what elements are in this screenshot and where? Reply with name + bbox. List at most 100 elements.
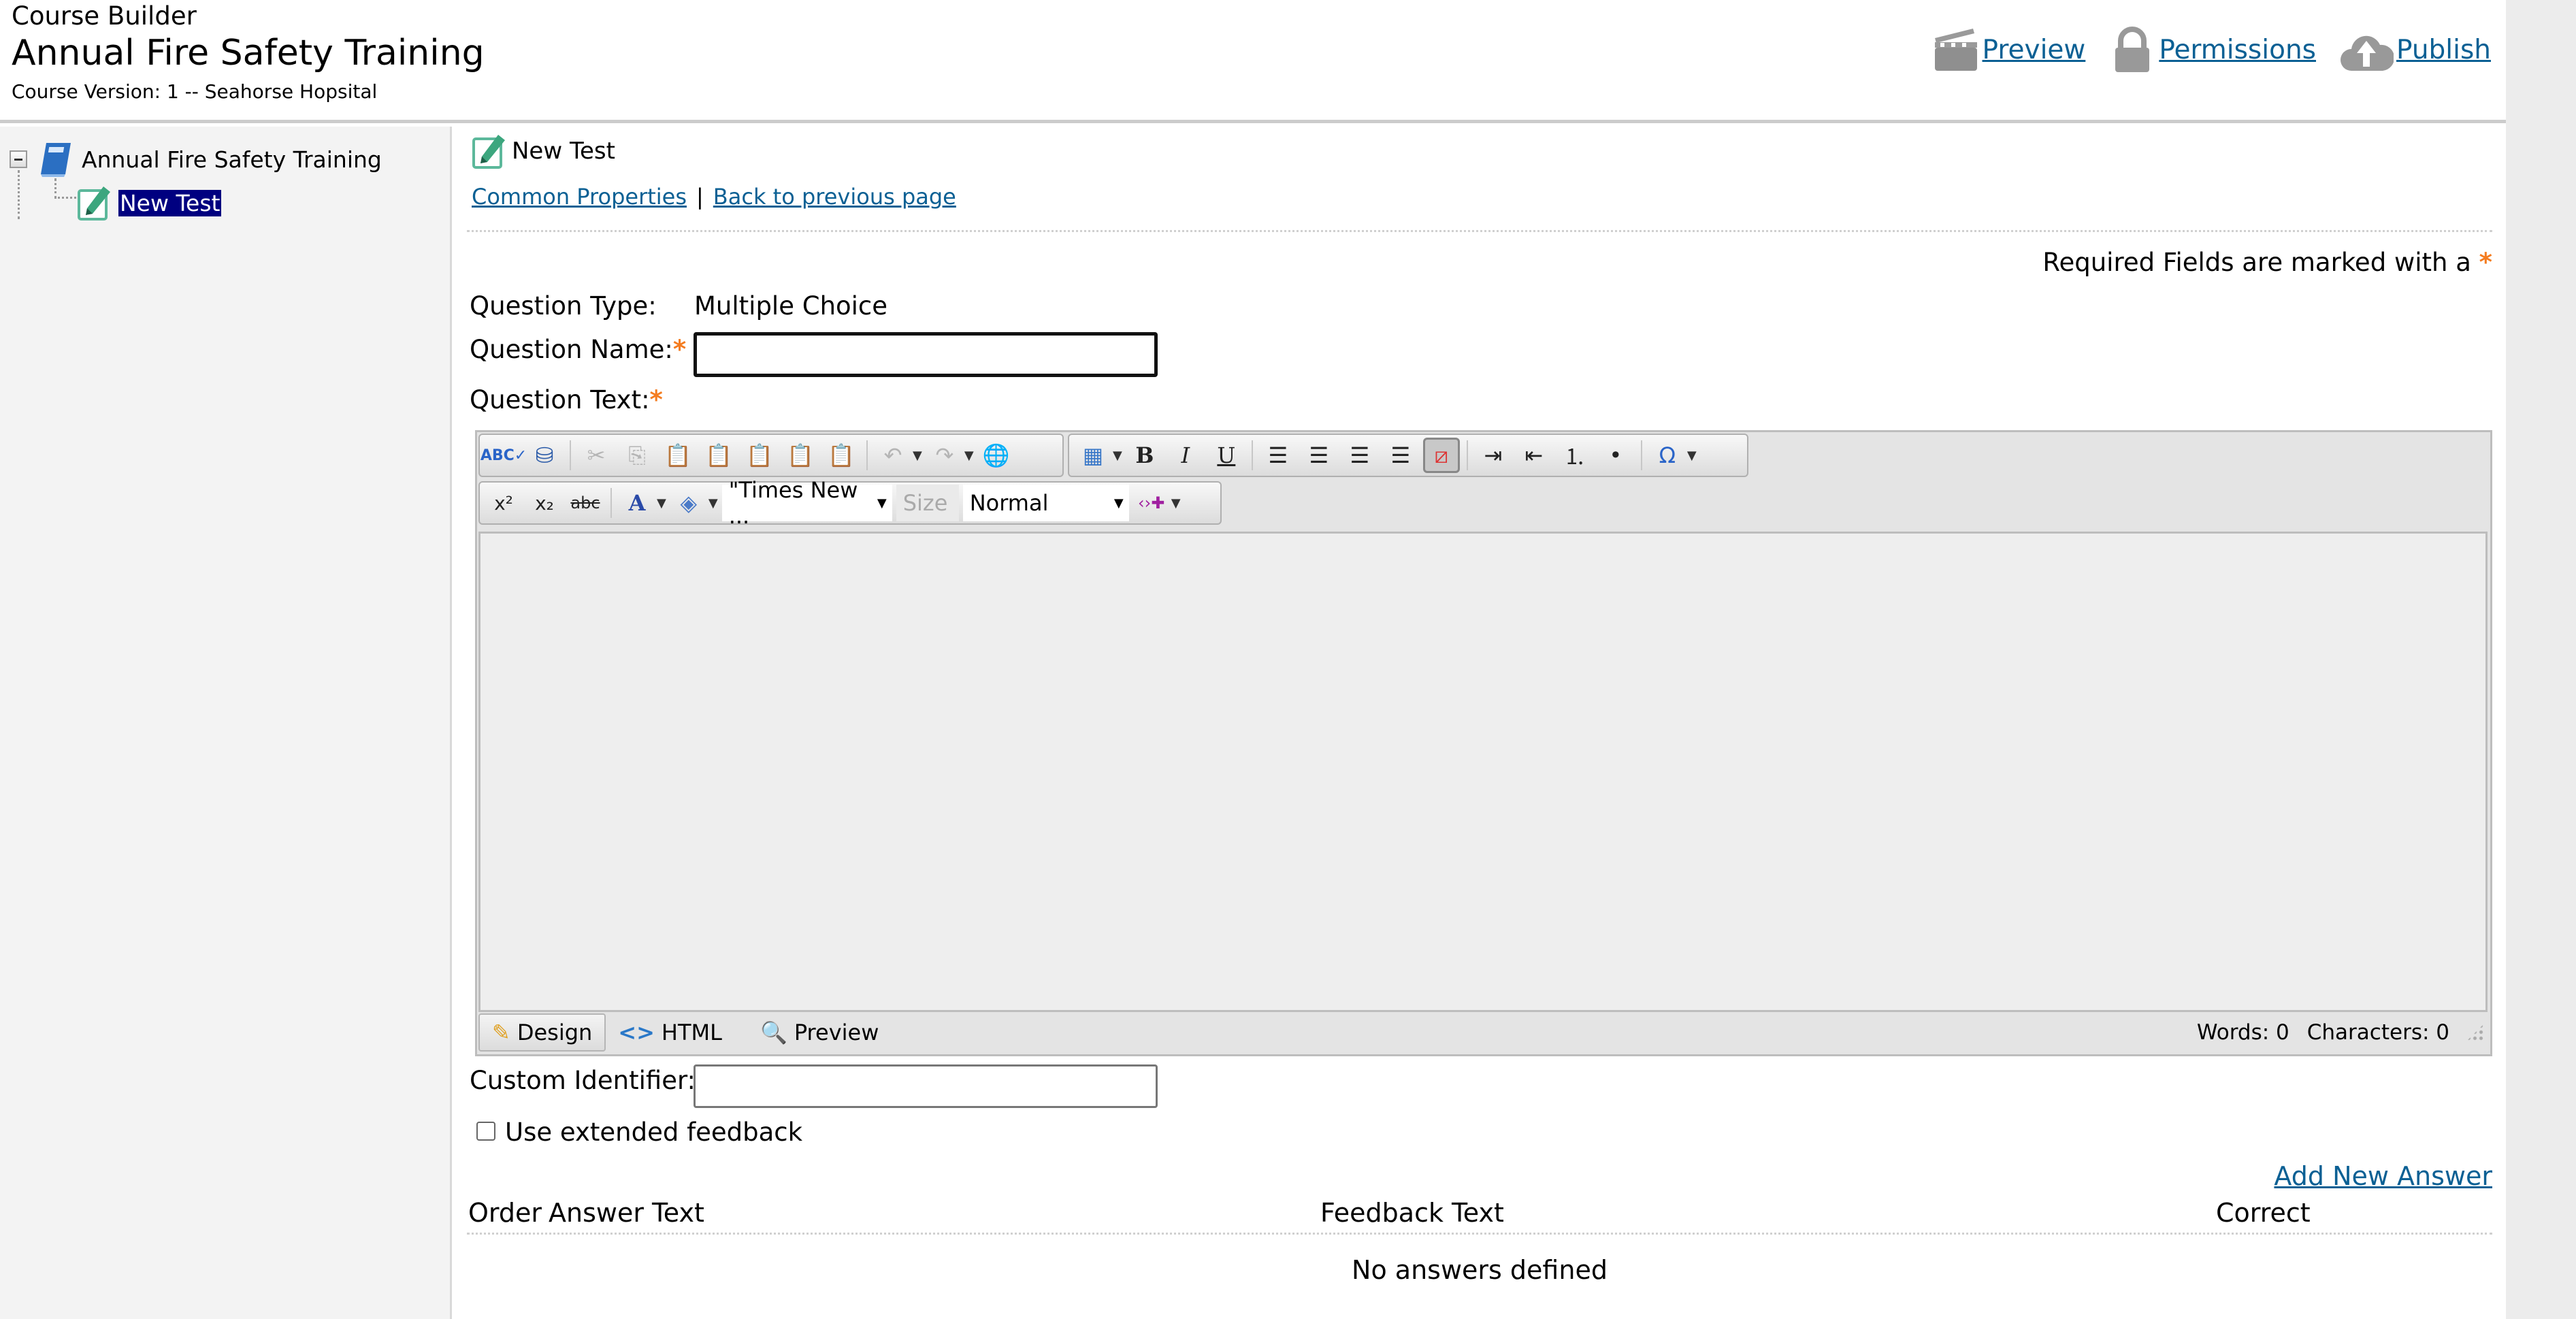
link-separator: |: [696, 184, 704, 210]
font-size-select[interactable]: Size: [896, 485, 959, 521]
foreground-color-button[interactable]: A: [619, 485, 655, 521]
header-actions: Preview Permissions Publish: [1932, 26, 2491, 74]
indent-button[interactable]: ⇥: [1475, 438, 1512, 473]
collapse-toggle-icon[interactable]: [10, 150, 27, 168]
resize-grip-icon[interactable]: [2466, 1023, 2485, 1042]
strikethrough-button[interactable]: abc: [567, 485, 604, 521]
remove-alignment-button[interactable]: ⧄: [1422, 438, 1460, 473]
extended-feedback-checkbox[interactable]: [476, 1122, 495, 1141]
page-title-text: New Test: [512, 137, 615, 165]
preview-mode-tab[interactable]: 🔍 Preview: [748, 1013, 891, 1052]
underline-button[interactable]: U: [1208, 438, 1245, 473]
redo-dropdown-icon[interactable]: ▼: [964, 449, 974, 463]
test-edit-icon: [472, 135, 505, 169]
editor-mode-bar: ✎ Design <> HTML 🔍 Preview Words: 0 Char…: [477, 1011, 2490, 1054]
toolbar-separator: [1251, 440, 1253, 470]
subscript-button[interactable]: x₂: [526, 485, 563, 521]
column-header-feedback-text: Feedback Text: [1320, 1198, 1504, 1228]
toolbar-separator: [610, 488, 612, 518]
html-mode-label: HTML: [661, 1020, 722, 1045]
question-text-label: Question Text:*: [470, 385, 663, 414]
divider: [467, 1233, 2492, 1235]
divider: [467, 230, 2492, 232]
numbered-list-button[interactable]: ⒈: [1556, 438, 1593, 473]
copy-button[interactable]: ⎘: [619, 438, 655, 473]
background-color-button[interactable]: ◈: [670, 485, 707, 521]
tree-label: Annual Fire Safety Training: [82, 146, 382, 173]
question-type-label: Question Type:: [470, 291, 657, 321]
app-label: Course Builder: [12, 1, 197, 31]
background-color-dropdown-icon[interactable]: ▼: [708, 496, 718, 510]
insert-symbol-button[interactable]: Ω: [1649, 438, 1686, 473]
justify-button[interactable]: ☰: [1382, 438, 1419, 473]
required-note: Required Fields are marked with a *: [2042, 248, 2492, 277]
page-title: New Test: [471, 132, 615, 170]
magnifier-icon: 🔍: [760, 1020, 787, 1045]
redo-button[interactable]: ↷: [926, 438, 963, 473]
page-links: Common Properties | Back to previous pag…: [472, 184, 956, 210]
publish-link[interactable]: Publish: [2339, 26, 2491, 74]
paste-plain-text-button[interactable]: 📋: [782, 438, 819, 473]
insert-table-button[interactable]: ▦: [1075, 438, 1111, 473]
character-count: Characters: 0: [2306, 1020, 2449, 1045]
design-mode-tab[interactable]: ✎ Design: [478, 1013, 606, 1052]
rich-text-editor: ABC✓ ⛁ ✂ ⎘ 📋 📋 📋 📋 📋 ↶ ▼ ↷ ▼ 🌐 ▦ ▼ B I U ☰ …: [475, 430, 2492, 1056]
tree-label-selected: New Test: [118, 189, 222, 216]
paste-from-word-strip-font-button[interactable]: 📋: [741, 438, 778, 473]
custom-identifier-input[interactable]: [694, 1064, 1158, 1108]
bullet-list-button[interactable]: •: [1597, 438, 1634, 473]
paste-as-html-button[interactable]: 📋: [823, 438, 860, 473]
html-mode-tab[interactable]: <> HTML: [606, 1013, 734, 1052]
paragraph-style-select[interactable]: Normal ▼: [962, 485, 1129, 521]
editor-counts: Words: 0 Characters: 0: [2197, 1020, 2449, 1045]
snippet-dropdown-icon[interactable]: ▼: [1171, 496, 1181, 510]
window-right-margin: [2506, 0, 2576, 1319]
back-link[interactable]: Back to previous page: [713, 184, 956, 210]
question-name-input[interactable]: [694, 332, 1158, 377]
find-replace-button[interactable]: ⛁: [526, 438, 563, 473]
tree-node-course[interactable]: Annual Fire Safety Training: [10, 140, 382, 178]
superscript-button[interactable]: x²: [485, 485, 522, 521]
symbol-dropdown-icon[interactable]: ▼: [1687, 449, 1697, 463]
align-right-button[interactable]: ☰: [1341, 438, 1378, 473]
hyperlink-manager-button[interactable]: 🌐: [978, 438, 1015, 473]
pencil-icon: ✎: [492, 1020, 510, 1045]
undo-dropdown-icon[interactable]: ▼: [913, 449, 922, 463]
column-header-order: Order: [468, 1198, 542, 1228]
question-name-label: Question Name:*: [470, 335, 686, 364]
italic-button[interactable]: I: [1167, 438, 1204, 473]
paste-button[interactable]: 📋: [659, 438, 696, 473]
toolbar-separator: [866, 440, 868, 470]
required-star-icon: *: [672, 335, 687, 364]
toolbar-group-editing: ABC✓ ⛁ ✂ ⎘ 📋 📋 📋 📋 📋 ↶ ▼ ↷ ▼ 🌐: [478, 434, 1064, 477]
required-star-icon: *: [2479, 248, 2492, 277]
table-dropdown-icon[interactable]: ▼: [1113, 449, 1122, 463]
common-properties-link[interactable]: Common Properties: [472, 184, 687, 210]
font-name-select[interactable]: "Times New ... ▼: [721, 477, 892, 529]
paste-from-word-button[interactable]: 📋: [700, 438, 737, 473]
permissions-link[interactable]: Permissions: [2108, 26, 2316, 74]
toolbar-separator: [1466, 440, 1468, 470]
outdent-button[interactable]: ⇤: [1516, 438, 1552, 473]
add-new-answer-link[interactable]: Add New Answer: [2274, 1161, 2492, 1191]
tree-node-new-test[interactable]: New Test: [76, 184, 222, 222]
course-tree-sidebar: Annual Fire Safety Training New Test: [0, 127, 452, 1319]
align-left-button[interactable]: ☰: [1260, 438, 1297, 473]
insert-snippet-button[interactable]: ‹›✚: [1133, 485, 1170, 521]
cut-button[interactable]: ✂: [578, 438, 615, 473]
bold-button[interactable]: B: [1126, 438, 1163, 473]
foreground-color-dropdown-icon[interactable]: ▼: [657, 496, 666, 510]
undo-button[interactable]: ↶: [875, 438, 911, 473]
code-icon: <>: [618, 1020, 655, 1045]
book-icon: [41, 143, 71, 177]
clapperboard-icon: [1934, 29, 1977, 71]
custom-identifier-label: Custom Identifier:: [470, 1066, 696, 1095]
page-header: Course Builder Annual Fire Safety Traini…: [0, 0, 2506, 123]
question-text-editor-area[interactable]: [478, 532, 2488, 1012]
question-name-label-text: Question Name:: [470, 335, 673, 364]
spellcheck-button[interactable]: ABC✓: [480, 438, 527, 473]
preview-link[interactable]: Preview: [1932, 26, 2085, 74]
column-header-correct: Correct: [2216, 1198, 2311, 1228]
chevron-down-icon: ▼: [1113, 495, 1124, 510]
align-center-button[interactable]: ☰: [1301, 438, 1337, 473]
